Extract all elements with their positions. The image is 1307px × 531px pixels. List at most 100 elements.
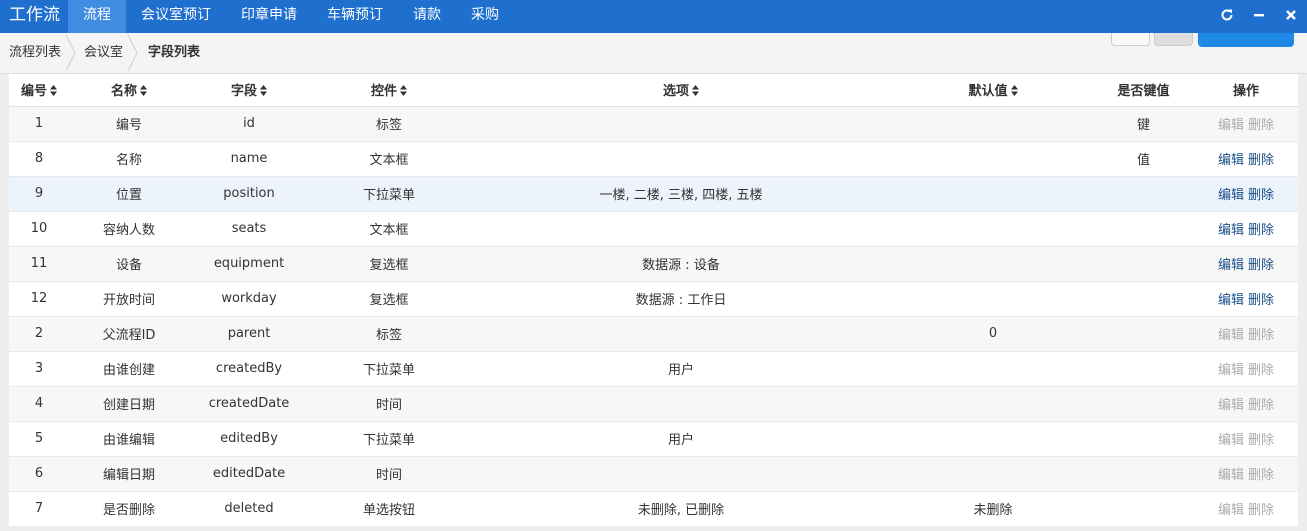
breadcrumb: 流程列表 会议室 字段列表	[0, 33, 1307, 74]
cell-field: name	[189, 140, 309, 176]
header-col-id[interactable]: 编号	[9, 74, 69, 107]
cell-actions: 编辑 删除	[1194, 245, 1298, 281]
table-row[interactable]: 1 编号 id 标签键编辑 删除	[9, 105, 1298, 141]
cell-key	[1093, 490, 1194, 526]
nav-item-meeting-room[interactable]: 会议室预订	[126, 0, 226, 33]
cell-field: workday	[189, 280, 309, 316]
cell-options	[469, 455, 893, 491]
edit-link[interactable]: 编辑	[1218, 293, 1244, 308]
cell-control: 标签	[309, 105, 469, 141]
toolbar-button[interactable]	[1111, 33, 1150, 46]
nav-item-purchase[interactable]: 采购	[456, 0, 514, 33]
edit-link[interactable]: 编辑	[1218, 153, 1244, 168]
edit-link[interactable]: 编辑	[1218, 188, 1244, 203]
cell-options	[469, 385, 893, 421]
delete-link[interactable]: 删除	[1248, 293, 1274, 308]
cell-id: 11	[9, 245, 69, 281]
header-label: 默认值	[968, 84, 1008, 100]
cell-name: 是否删除	[69, 490, 189, 526]
sort-icon[interactable]	[1008, 84, 1018, 99]
cell-key: 键	[1093, 105, 1194, 141]
sort-icon[interactable]	[397, 84, 407, 99]
sort-icon[interactable]	[257, 84, 267, 99]
header-col-field[interactable]: 字段	[189, 74, 309, 107]
nav-item-payment[interactable]: 请款	[398, 0, 456, 33]
header-label: 操作	[1232, 84, 1259, 100]
delete-link[interactable]: 删除	[1248, 223, 1274, 238]
table-row[interactable]: 3 由谁创建 createdBy 下拉菜单 用户 编辑 删除	[9, 350, 1298, 386]
cell-options: 用户	[469, 420, 893, 456]
cell-control: 文本框	[309, 140, 469, 176]
edit-link: 编辑	[1217, 503, 1244, 519]
close-icon[interactable]	[1275, 8, 1307, 26]
breadcrumb-flow-list[interactable]: 流程列表	[9, 33, 61, 73]
table-row[interactable]: 5 由谁编辑 editedBy 下拉菜单 用户 编辑 删除	[9, 420, 1298, 456]
cell-id: 6	[9, 455, 69, 491]
cell-control: 标签	[309, 315, 469, 351]
table-row[interactable]: 9 位置 position 下拉菜单 一楼, 二楼, 三楼, 四楼, 五楼 编辑 删除	[9, 175, 1298, 211]
header-col-default[interactable]: 默认值	[893, 74, 1093, 107]
edit-link: 编辑	[1217, 363, 1244, 378]
app-title[interactable]: 工作流	[0, 0, 68, 33]
cell-default: 0	[893, 315, 1093, 351]
header-col-name[interactable]: 名称	[69, 74, 189, 107]
edit-link: 编辑	[1217, 398, 1244, 413]
cell-field: position	[189, 175, 309, 211]
refresh-icon[interactable]	[1211, 8, 1243, 26]
cell-name: 父流程ID	[69, 315, 189, 351]
add-field-button[interactable]	[1198, 33, 1294, 47]
cell-name: 编辑日期	[69, 455, 189, 491]
header-col-options[interactable]: 选项	[469, 74, 893, 107]
edit-link[interactable]: 编辑	[1218, 258, 1244, 273]
breadcrumb-meeting-room[interactable]: 会议室	[84, 33, 123, 73]
cell-options: 数据源 : 工作日	[469, 280, 893, 316]
cell-id: 4	[9, 385, 69, 421]
cell-actions: 编辑 删除	[1194, 455, 1298, 491]
cell-actions: 编辑 删除	[1194, 350, 1298, 386]
cell-control: 时间	[309, 455, 469, 491]
cell-id: 10	[9, 210, 69, 246]
cell-field: seats	[189, 210, 309, 246]
header-col-actions: 操作	[1194, 74, 1298, 107]
table-row[interactable]: 4 创建日期 createdDate 时间 编辑 删除	[9, 385, 1298, 421]
table-row[interactable]: 11 设备 equipment 复选框 数据源 : 设备 编辑 删除	[9, 245, 1298, 281]
breadcrumb-field-list: 字段列表	[148, 45, 201, 60]
sort-icon[interactable]	[137, 84, 147, 99]
cell-actions: 编辑 删除	[1194, 140, 1298, 176]
toolbar-button-active[interactable]	[1154, 33, 1193, 46]
header-label: 字段	[230, 84, 257, 100]
delete-link: 删除	[1248, 468, 1275, 483]
nav-item-flow[interactable]: 流程	[68, 0, 126, 33]
table-row[interactable]: 12 开放时间 workday 复选框 数据源 : 工作日 编辑 删除	[9, 280, 1298, 316]
cell-name: 由谁创建	[69, 350, 189, 386]
cell-name: 位置	[69, 175, 189, 211]
edit-link[interactable]: 编辑	[1218, 223, 1244, 238]
cell-key	[1093, 280, 1194, 316]
delete-link[interactable]: 删除	[1248, 153, 1274, 168]
table-row[interactable]: 10 容纳人数 seats 文本框 编辑 删除	[9, 210, 1298, 246]
delete-link: 删除	[1248, 398, 1275, 413]
table-row[interactable]: 7 是否删除 deleted 单选按钮 未删除, 已删除 未删除 编辑 删除	[9, 490, 1298, 526]
cell-actions: 编辑 删除	[1194, 490, 1298, 526]
header-label: 名称	[110, 84, 137, 100]
minimize-icon[interactable]	[1243, 8, 1275, 26]
sort-icon[interactable]	[47, 84, 57, 99]
table-row[interactable]: 6 编辑日期 editedDate 时间 编辑 删除	[9, 455, 1298, 491]
delete-link[interactable]: 删除	[1248, 188, 1274, 203]
cell-control: 下拉菜单	[309, 350, 469, 386]
table-row[interactable]: 8 名称 name 文本框值编辑 删除	[9, 140, 1298, 176]
cell-key	[1093, 385, 1194, 421]
header-col-control[interactable]: 控件	[309, 74, 469, 107]
breadcrumb-separator-icon	[65, 35, 76, 71]
cell-actions: 编辑 删除	[1194, 280, 1298, 316]
delete-link[interactable]: 删除	[1248, 258, 1274, 273]
sort-icon[interactable]	[689, 84, 699, 99]
nav-item-seal[interactable]: 印章申请	[226, 0, 312, 33]
edit-link: 编辑	[1217, 433, 1244, 448]
cell-field: deleted	[189, 490, 309, 526]
cell-name: 创建日期	[69, 385, 189, 421]
cell-default	[893, 210, 1093, 246]
top-navbar: 工作流 流程 会议室预订 印章申请 车辆预订 请款 采购	[0, 0, 1307, 33]
table-row[interactable]: 2 父流程ID parent 标签 0 编辑 删除	[9, 315, 1298, 351]
nav-item-vehicle[interactable]: 车辆预订	[312, 0, 398, 33]
